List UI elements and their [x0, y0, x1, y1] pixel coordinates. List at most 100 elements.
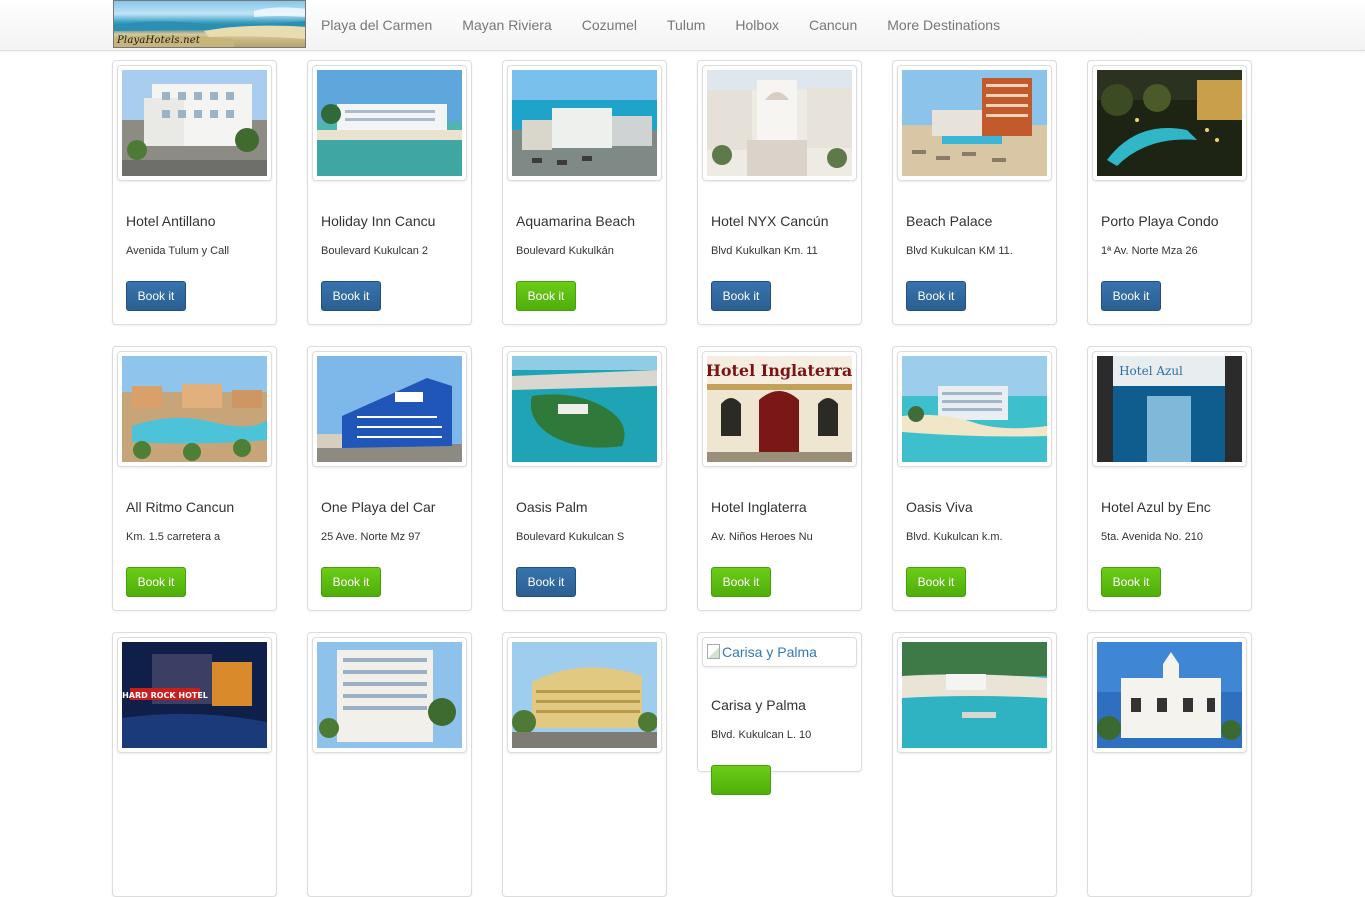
hotel-thumbnail[interactable] — [897, 351, 1052, 467]
hotel-name[interactable]: Hotel NYX Cancún — [711, 213, 829, 229]
hotel-card — [892, 632, 1057, 897]
nav-link-playa-del-carmen[interactable]: Playa del Carmen — [306, 0, 447, 50]
hotel-name[interactable]: Hotel Antillano — [126, 213, 216, 229]
hotel-card: Aquamarina Beach Boulevard Kukulkán Book… — [502, 60, 667, 325]
photo-sign-text: Hotel Inglaterra — [707, 361, 852, 380]
hotel-photo — [1097, 642, 1242, 748]
book-it-button[interactable]: Book it — [1101, 281, 1161, 311]
book-it-button[interactable]: Book it — [126, 281, 186, 311]
hotel-card — [307, 632, 472, 897]
hotel-address: Km. 1.5 carretera a — [126, 531, 221, 543]
hotel-name[interactable]: Carisa y Palma — [711, 697, 806, 713]
photo-sign-text: HARD ROCK HOTEL — [122, 691, 208, 700]
hotel-name[interactable]: Hotel Azul by Enc — [1101, 499, 1211, 515]
hotel-photo — [317, 642, 462, 748]
hotel-thumbnail[interactable]: Hotel Azul — [1092, 351, 1247, 467]
hotel-card: One Playa del Car 25 Ave. Norte Mz 97 Bo… — [307, 346, 472, 611]
hotel-photo: HARD ROCK HOTEL — [122, 642, 267, 748]
nav-link-mayan-riviera[interactable]: Mayan Riviera — [447, 0, 566, 50]
hotel-card: Hotel Inglaterra Hotel Inglaterra Av. Ni… — [697, 346, 862, 611]
book-it-button[interactable]: Book it — [321, 567, 381, 597]
book-it-button[interactable]: Book it — [711, 281, 771, 311]
book-it-button[interactable]: Book it — [516, 281, 576, 311]
nav-link-cancun[interactable]: Cancun — [794, 0, 872, 50]
hotel-thumbnail[interactable] — [702, 65, 857, 181]
hotel-photo — [317, 356, 462, 462]
hotel-address: Blvd Kukulcan KM 11. — [906, 245, 1013, 257]
hotel-photo — [902, 70, 1047, 176]
hotel-name[interactable]: One Playa del Car — [321, 499, 435, 515]
book-it-button[interactable]: Book it — [126, 567, 186, 597]
book-it-button[interactable]: Book it — [321, 281, 381, 311]
hotel-address: Av. Niños Heroes Nu — [711, 531, 813, 543]
site-logo[interactable]: PlayaHotels.net — [113, 0, 306, 48]
hotel-thumbnail[interactable] — [507, 351, 662, 467]
hotel-name[interactable]: Beach Palace — [906, 213, 992, 229]
hotel-thumbnail[interactable]: HARD ROCK HOTEL — [117, 637, 272, 753]
nav-links: Playa del Carmen Mayan Riviera Cozumel T… — [306, 0, 1015, 50]
hotel-name[interactable]: Oasis Palm — [516, 499, 588, 515]
hotel-card: Porto Playa Condo 1ª Av. Norte Mza 26 Bo… — [1087, 60, 1252, 325]
hotel-address: 1ª Av. Norte Mza 26 — [1101, 245, 1198, 257]
hotel-thumbnail[interactable] — [507, 637, 662, 753]
hotel-card — [1087, 632, 1252, 897]
hotel-name[interactable]: Oasis Viva — [906, 499, 973, 515]
book-it-button[interactable]: Book it — [906, 281, 966, 311]
hotel-thumbnail[interactable] — [312, 637, 467, 753]
hotel-card: Hotel NYX Cancún Blvd Kukulkan Km. 11 Bo… — [697, 60, 862, 325]
hotel-address: Blvd. Kukulcan k.m. — [906, 531, 1003, 543]
hotel-name[interactable]: Aquamarina Beach — [516, 213, 635, 229]
hotel-photo: Hotel Azul — [1097, 356, 1242, 462]
hotel-card: Carisa y Palma Carisa y Palma Blvd. Kuku… — [697, 632, 862, 795]
hotel-thumbnail[interactable] — [312, 65, 467, 181]
hotel-card: Hotel Azul Hotel Azul by Enc 5ta. Avenid… — [1087, 346, 1252, 611]
hotel-thumbnail[interactable] — [312, 351, 467, 467]
hotel-thumbnail[interactable] — [117, 65, 272, 181]
hotel-name[interactable]: Hotel Inglaterra — [711, 499, 807, 515]
photo-sign-text: Hotel Azul — [1119, 364, 1183, 378]
hotel-card — [502, 632, 667, 897]
hotel-card: Holiday Inn Cancu Boulevard Kukulcan 2 B… — [307, 60, 472, 325]
hotel-thumbnail[interactable] — [897, 637, 1052, 753]
hotel-thumbnail-broken[interactable]: Carisa y Palma — [702, 637, 857, 667]
book-it-button[interactable]: Book it — [906, 567, 966, 597]
hotel-thumbnail[interactable]: Hotel Inglaterra — [702, 351, 857, 467]
hotel-card: Oasis Viva Blvd. Kukulcan k.m. Book it — [892, 346, 1057, 611]
book-it-button[interactable]: Book it — [516, 567, 576, 597]
hotel-card: All Ritmo Cancun Km. 1.5 carretera a Boo… — [112, 346, 277, 611]
hotel-thumbnail[interactable] — [507, 65, 662, 181]
hotel-photo — [512, 356, 657, 462]
hotel-photo — [902, 642, 1047, 748]
hotel-address: 5ta. Avenida No. 210 — [1101, 531, 1203, 543]
book-it-button[interactable]: Book it — [1101, 567, 1161, 597]
book-it-button[interactable]: Book it — [711, 567, 771, 597]
hotel-address: Blvd Kukulkan Km. 11 — [711, 245, 818, 257]
hotel-photo — [122, 70, 267, 176]
hotel-address: Boulevard Kukulcan S — [516, 531, 625, 543]
logo-text: PlayaHotels.net — [117, 35, 201, 46]
hotel-address: Boulevard Kukulkán — [516, 245, 614, 257]
hotel-thumbnail[interactable] — [897, 65, 1052, 181]
nav-link-cozumel[interactable]: Cozumel — [567, 0, 652, 50]
hotel-card: Beach Palace Blvd Kukulcan KM 11. Book i… — [892, 60, 1057, 325]
hotel-card: Hotel Antillano Avenida Tulum y Call Boo… — [112, 60, 277, 325]
hotel-name[interactable]: Porto Playa Condo — [1101, 213, 1219, 229]
hotel-photo — [902, 356, 1047, 462]
hotel-name[interactable]: All Ritmo Cancun — [126, 499, 234, 515]
hotel-name[interactable]: Holiday Inn Cancu — [321, 213, 435, 229]
hotel-address: Boulevard Kukulcan 2 — [321, 245, 429, 257]
nav-link-more-destinations[interactable]: More Destinations — [872, 0, 1015, 50]
nav-link-holbox[interactable]: Holbox — [720, 0, 794, 50]
hotel-photo — [512, 642, 657, 748]
hotel-photo — [1097, 70, 1242, 176]
hotel-card: Oasis Palm Boulevard Kukulcan S Book it — [502, 346, 667, 611]
nav-link-tulum[interactable]: Tulum — [652, 0, 720, 50]
hotel-photo — [512, 70, 657, 176]
hotel-photo: Hotel Inglaterra — [707, 356, 852, 462]
book-it-button[interactable] — [711, 765, 771, 795]
hotel-thumbnail[interactable] — [1092, 637, 1247, 753]
hotel-card: HARD ROCK HOTEL — [112, 632, 277, 897]
hotel-thumbnail[interactable] — [1092, 65, 1247, 181]
hotel-thumbnail[interactable] — [117, 351, 272, 467]
broken-image-link[interactable]: Carisa y Palma — [707, 644, 817, 660]
